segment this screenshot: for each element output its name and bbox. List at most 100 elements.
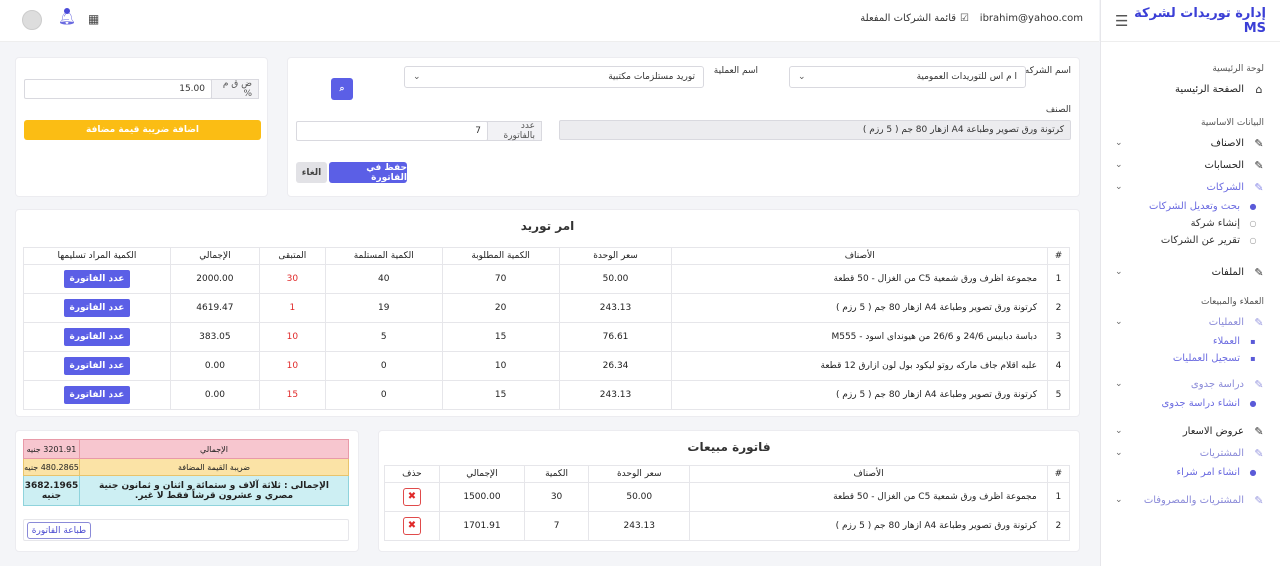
sidebar-subitem-create-feasibility[interactable]: ● انشاء دراسة جدوى xyxy=(1101,395,1280,412)
sidebar-item-accounts[interactable]: ✎ الحسابات ⌄ xyxy=(1101,154,1280,176)
cell-required: 70 xyxy=(441,264,560,294)
summary-vat-value: 480.2865 جنيه xyxy=(23,458,80,476)
invoice-count-button[interactable]: عدد الفاتورة xyxy=(63,328,131,346)
active-companies-link[interactable]: ☑ قائمة الشركات المفعلة xyxy=(860,13,969,24)
nav-section-dashboard: لوحة الرئيسية xyxy=(1212,64,1264,74)
count-input[interactable]: 7 xyxy=(296,121,488,141)
invoice-count-button[interactable]: عدد الفاتورة xyxy=(63,386,131,404)
cell-index: 1 xyxy=(1046,482,1071,512)
cell-item: كرتونة ورق تصوير وطباعة A4 ازهار 80 جم (… xyxy=(689,511,1048,541)
sidebar-item-companies[interactable]: ✎ الشركات ⌄ xyxy=(1101,176,1280,198)
company-select[interactable]: ا م اس للتوريدات العمومية ⌄ xyxy=(789,66,1026,88)
table-row: 3 دباسة دبابيس 24/6 و 26/6 من هيونداى اس… xyxy=(23,322,1070,352)
sidebar-subitem-companies-report[interactable]: ○ تقرير عن الشركات xyxy=(1101,232,1280,249)
cell-index: 3 xyxy=(1047,322,1070,352)
menu-toggle-icon[interactable]: ☰ xyxy=(1115,12,1128,30)
avatar[interactable] xyxy=(22,10,42,30)
tag-icon: ✎ xyxy=(1254,136,1264,150)
supply-order-title: امر توريد xyxy=(520,219,575,233)
sidebar-item-home[interactable]: ⌂ الصفحة الرئيسية xyxy=(1101,78,1280,100)
tag-icon: ✎ xyxy=(1254,315,1264,329)
cancel-button[interactable]: الغاء xyxy=(296,162,327,183)
cell-index: 1 xyxy=(1047,264,1070,294)
apps-grid-icon[interactable]: ▦ xyxy=(88,12,99,26)
chevron-down-icon: ⌄ xyxy=(1115,426,1123,436)
sidebar-subitem-companies-create[interactable]: ○ إنشاء شركة xyxy=(1101,215,1280,232)
app-title: إدارة توريدات لشركة MS xyxy=(1134,5,1266,36)
sidebar-item-purchases-expenses[interactable]: ✎ المشتريات والمصروفات ⌄ xyxy=(1101,489,1280,511)
nav-section-basic-data: البيانات الاساسية xyxy=(1201,118,1264,128)
sidebar-subitem-create-po[interactable]: ● انشاء امر شراء xyxy=(1101,464,1280,481)
cell-action: ✖ xyxy=(384,511,440,541)
cell-total: 0.00 xyxy=(169,380,260,410)
vat-addon: ض ق م % xyxy=(211,79,259,99)
cell-remaining: 30 xyxy=(258,264,326,294)
dot-icon: ● xyxy=(1249,468,1257,477)
sidebar-item-operations[interactable]: ✎ العمليات ⌄ xyxy=(1101,311,1280,333)
sidebar-subitem-clients[interactable]: ▪ العملاء xyxy=(1101,333,1280,350)
cell-remaining: 1 xyxy=(258,293,326,323)
print-invoice-button[interactable]: طباعة الفاتورة xyxy=(27,522,91,539)
home-icon: ⌂ xyxy=(1255,82,1263,96)
cell-action: عدد الفاتورة xyxy=(23,351,171,381)
col-header: سعر الوحدة xyxy=(558,247,673,265)
sidebar-item-quotes[interactable]: ✎ عروض الاسعار ⌄ xyxy=(1101,420,1280,442)
invoice-count-button[interactable]: عدد الفاتورة xyxy=(63,299,131,317)
count-addon: عدد بالفاتورة xyxy=(486,121,542,141)
sales-invoice-table: # الأصناف سعر الوحدة الكمية الإجمالي حذف… xyxy=(384,465,1071,541)
vat-input[interactable]: 15.00 xyxy=(24,79,212,99)
cell-action: عدد الفاتورة xyxy=(23,322,171,352)
tag-icon: ✎ xyxy=(1254,424,1264,438)
summary-grand-text: الإجمالى : ثلاثة آلاف و ستمائة و اثنان و… xyxy=(79,475,349,506)
delete-icon[interactable]: ✖ xyxy=(402,488,421,506)
chevron-down-icon: ⌄ xyxy=(1115,160,1123,170)
operation-select[interactable]: توريد مستلزمات مكتبية ⌄ xyxy=(404,66,704,88)
cell-remaining: 10 xyxy=(258,322,326,352)
search-button[interactable]: ⌕ xyxy=(331,78,353,100)
cell-index: 2 xyxy=(1046,511,1071,541)
sidebar-subitem-register-ops[interactable]: ▪ تسجيل العمليات xyxy=(1101,350,1280,367)
table-header-row: # الأصناف سعر الوحدة الكمية المطلوبة الك… xyxy=(23,247,1070,265)
sidebar-subitem-companies-search[interactable]: ● بحث وتعديل الشركات xyxy=(1101,198,1280,215)
invoice-summary-card: الإجمالي 3201.91 جنيه ضريبة القيمة المضا… xyxy=(15,430,359,552)
sidebar-item-categories[interactable]: ✎ الاصناف ⌄ xyxy=(1101,132,1280,154)
cell-action: عدد الفاتورة xyxy=(23,380,171,410)
invoice-count-button[interactable]: عدد الفاتورة xyxy=(63,357,131,375)
save-to-invoice-button[interactable]: حفظ في الفاتورة xyxy=(329,162,407,183)
cell-item: مجموعة اظرف ورق شمعية C5 من الغزال - 50 … xyxy=(671,264,1049,294)
cell-price: 50.00 xyxy=(558,264,673,294)
invoice-count-button[interactable]: عدد الفاتورة xyxy=(63,270,131,288)
sidebar-item-purchases[interactable]: ✎ المشتريات ⌄ xyxy=(1101,442,1280,464)
sidebar-item-files[interactable]: ✎ الملفات ⌄ xyxy=(1101,261,1280,283)
checkbox-icon: ☑ xyxy=(960,13,969,24)
summary-table: الإجمالي 3201.91 جنيه ضريبة القيمة المضا… xyxy=(23,439,349,506)
table-row: 1 مجموعة اظرف ورق شمعية C5 من الغزال - 5… xyxy=(384,482,1071,512)
item-field[interactable]: كرتونة ورق تصوير وطباعة A4 ازهار 80 جم (… xyxy=(559,120,1071,140)
summary-total-value: 3201.91 جنيه xyxy=(23,439,80,459)
col-header: سعر الوحدة xyxy=(588,465,691,483)
cell-total: 1701.91 xyxy=(438,511,526,541)
col-header: الكمية المراد تسليمها xyxy=(23,247,171,265)
cell-index: 2 xyxy=(1047,293,1070,323)
nav-section-clients-sales: العملاء والمبيعات xyxy=(1200,297,1264,307)
delete-icon[interactable]: ✖ xyxy=(402,517,421,535)
cell-item: علبه اقلام جاف ماركه روتو ليكود بول لون … xyxy=(671,351,1049,381)
cell-received: 5 xyxy=(324,322,443,352)
col-header: الكمية المطلوبة xyxy=(441,247,560,265)
add-vat-button[interactable]: اضافة ضريبة قيمة مضافة xyxy=(24,120,261,140)
col-header: حذف xyxy=(384,465,440,483)
summary-grand-value: 3682.1965 جنيه xyxy=(23,475,80,506)
cell-item: دباسة دبابيس 24/6 و 26/6 من هيونداى اسود… xyxy=(671,322,1049,352)
cell-received: 0 xyxy=(324,380,443,410)
company-label: اسم الشركه xyxy=(1024,66,1071,76)
chevron-down-icon: ⌄ xyxy=(413,72,421,82)
cell-required: 15 xyxy=(441,322,560,352)
table-row: 2 كرتونة ورق تصوير وطباعة A4 ازهار 80 جم… xyxy=(384,511,1071,541)
tag-icon: ✎ xyxy=(1254,265,1264,279)
col-header: # xyxy=(1047,247,1070,265)
invoice-form-card: اسم الشركه ا م اس للتوريدات العمومية ⌄ ا… xyxy=(287,57,1080,197)
table-row: 2 كرتونة ورق تصوير وطباعة A4 ازهار 80 جم… xyxy=(23,293,1070,323)
circle-icon: ○ xyxy=(1249,236,1257,245)
brand-bar: إدارة توريدات لشركة MS ☰ xyxy=(1101,0,1280,42)
sidebar-item-feasibility[interactable]: ✎ دراسة جدوى ⌄ xyxy=(1101,373,1280,395)
